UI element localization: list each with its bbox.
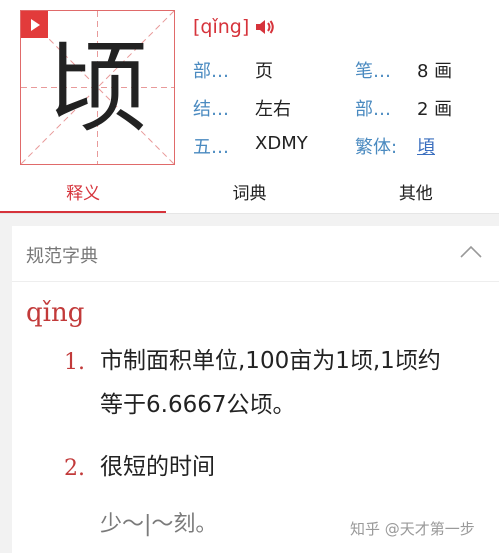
wubi-value: XDMY — [255, 133, 308, 154]
stroke-count-value: 8 画 — [417, 61, 453, 82]
pinyin-text: [qǐng] — [193, 16, 250, 38]
character-grid-box: 顷 — [20, 10, 175, 165]
card-header[interactable]: 规范字典 — [12, 226, 499, 282]
play-icon — [30, 18, 40, 31]
tab-bar: 释义 词典 其他 — [0, 178, 499, 214]
tab-dictionary[interactable]: 词典 — [166, 178, 332, 214]
tab-other[interactable]: 其他 — [333, 178, 499, 214]
watermark: 知乎 @天才第一步 — [350, 520, 475, 538]
stroke-count-label: 笔… — [355, 61, 391, 82]
traditional-link[interactable]: 頃 — [417, 133, 435, 159]
definition-line: 市制面积单位,100亩为1顷,1顷约 — [100, 348, 441, 374]
definition-number: 2. — [64, 456, 85, 481]
card-title: 规范字典 — [26, 246, 98, 267]
chevron-up-icon[interactable] — [459, 244, 483, 263]
traditional-label: 繁体: — [355, 137, 398, 158]
structure-value: 左右 — [255, 99, 291, 120]
definition-line: 等于6.6667公顷。 — [100, 392, 296, 418]
definition-number: 1. — [64, 350, 85, 375]
radical-strokes-value: 2 画 — [417, 99, 453, 120]
radical-value: 页 — [255, 61, 273, 82]
tab-definition[interactable]: 释义 — [0, 178, 167, 214]
speaker-icon[interactable] — [255, 18, 275, 36]
radical-label: 部… — [193, 61, 229, 82]
radical-strokes-label: 部… — [355, 99, 391, 120]
play-stroke-button[interactable] — [21, 11, 48, 38]
pinyin-row: [qǐng] — [193, 16, 275, 38]
character-header: 顷 [qǐng] 部… 页 笔… 8 画 结… 左右 部… 2 画 五… XDM… — [0, 0, 499, 178]
wubi-label: 五… — [193, 137, 229, 158]
definition-card: 规范字典 qǐng 1. 市制面积单位,100亩为1顷,1顷约 等于6.6667… — [12, 226, 499, 553]
definition-pinyin: qǐng — [26, 298, 85, 328]
usage-example: 少～|～刻。 — [100, 512, 218, 537]
structure-label: 结… — [193, 99, 229, 120]
definition-line: 很短的时间 — [100, 454, 215, 480]
